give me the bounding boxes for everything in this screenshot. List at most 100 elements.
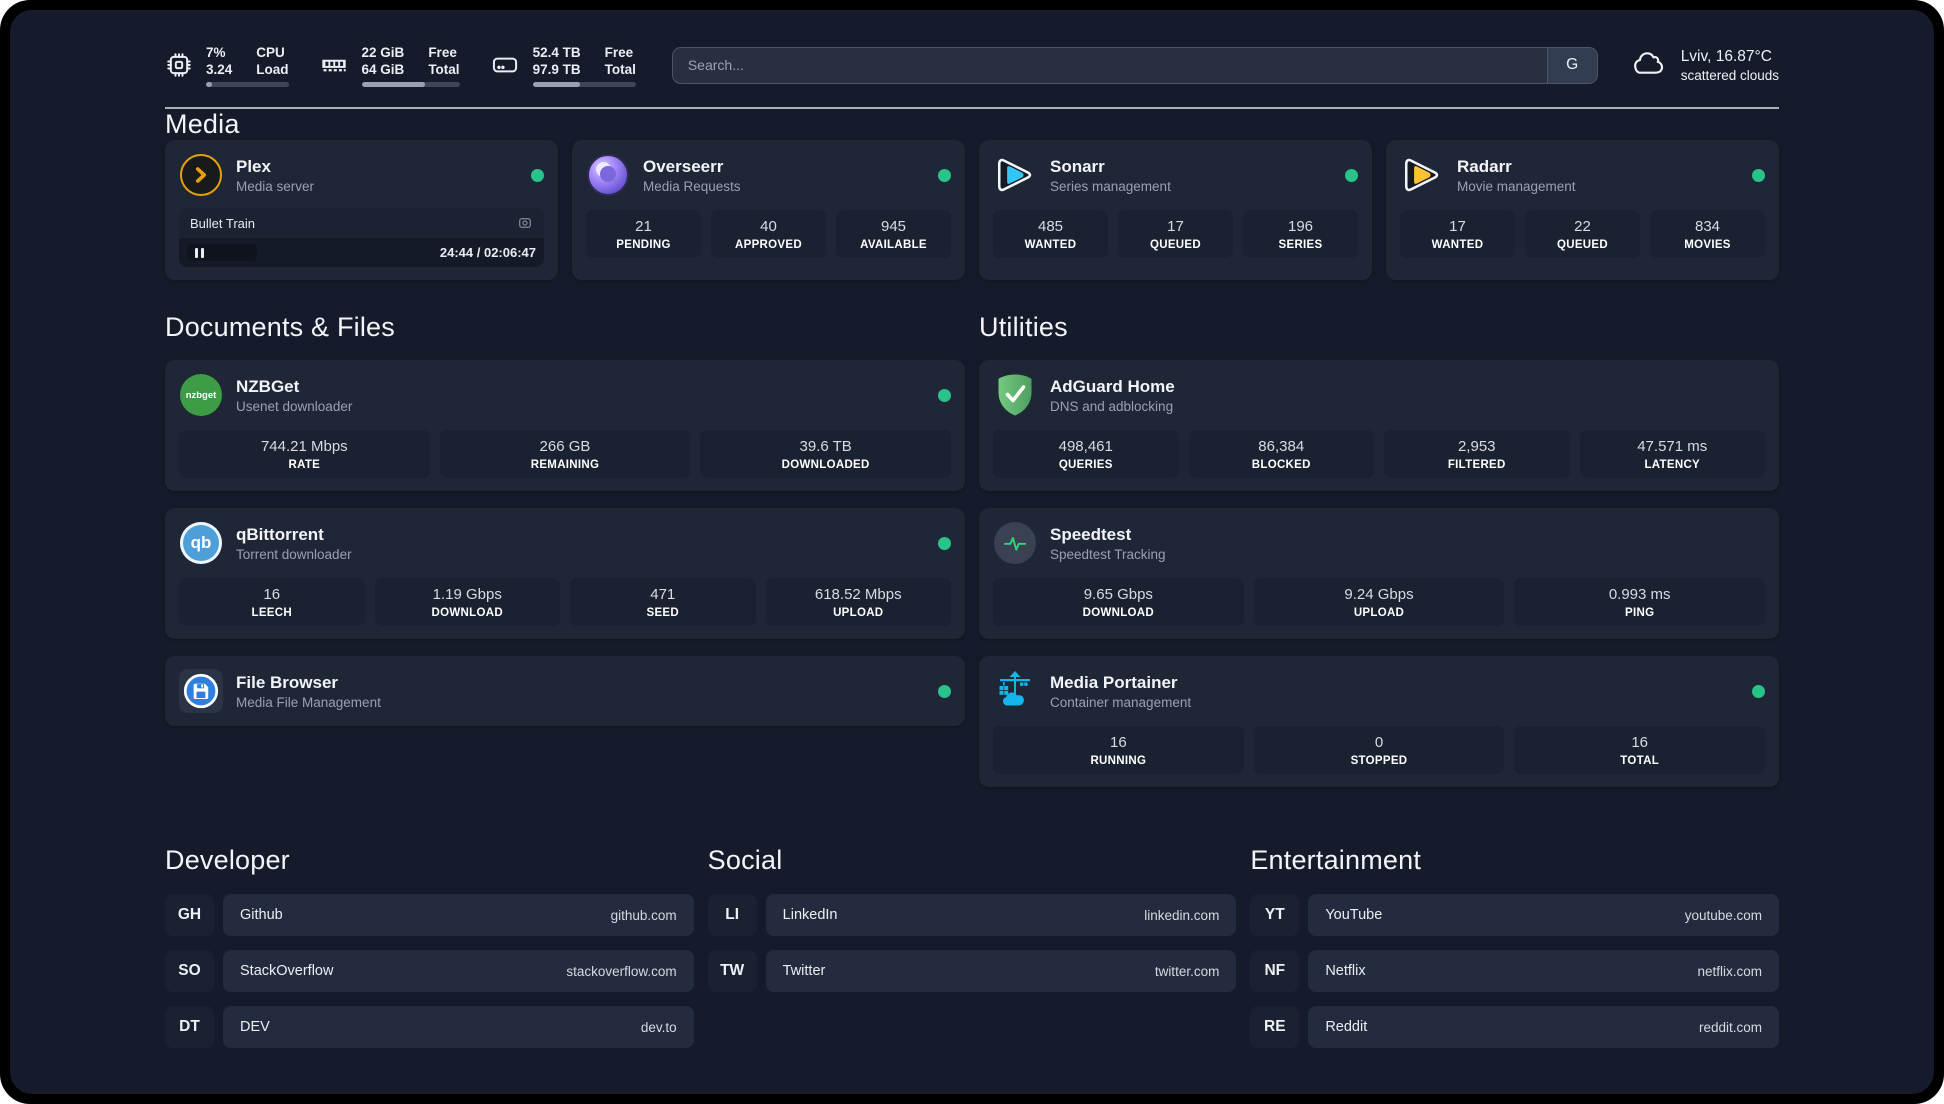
status-online-dot: [938, 388, 951, 402]
cpu-usage-value: 7%: [206, 44, 226, 60]
bookmark-youtube[interactable]: YT YouTube youtube.com: [1250, 894, 1779, 936]
adguard-icon: [993, 373, 1037, 417]
weather-condition: scattered clouds: [1680, 67, 1779, 83]
app-card-sonarr[interactable]: Sonarr Series management 485 WANTED 17 QUE…: [979, 140, 1372, 280]
bookmark-abbr: GH: [165, 894, 214, 936]
sonarr-icon: [993, 153, 1037, 197]
app-subtitle: Container management: [1050, 694, 1192, 710]
top-bar: 7% CPU 3.24 Load 22 GiB Free 64 GiB Tota…: [165, 40, 1779, 90]
bookmark-abbr: NF: [1250, 950, 1300, 992]
bookmark-abbr: SO: [165, 950, 214, 992]
app-card-adguard[interactable]: AdGuard Home DNS and adblocking 498,461 Q…: [979, 360, 1779, 491]
stat-tile: 196 SERIES: [1243, 210, 1358, 258]
disk-total-label: Total: [604, 61, 636, 77]
bookmark-reddit[interactable]: RE Reddit reddit.com: [1250, 1006, 1779, 1048]
cpu-usage-label: CPU: [256, 44, 285, 60]
cpu-load-value: 3.24: [206, 61, 233, 77]
memory-total-label: Total: [428, 61, 460, 77]
bookmark-abbr: RE: [1250, 1006, 1300, 1048]
app-subtitle: Media File Management: [236, 694, 381, 710]
app-card-qbittorrent[interactable]: qb qBittorrent Torrent downloader 16 LEEC…: [165, 508, 965, 639]
app-subtitle: Series management: [1050, 178, 1171, 194]
app-subtitle: Usenet downloader: [236, 398, 353, 414]
disk-progress-bar: [532, 81, 636, 87]
stat-tile: 834 MOVIES: [1650, 210, 1765, 258]
stat-tile: 618.52 Mbps UPLOAD: [765, 578, 951, 626]
bookmark-linkedin[interactable]: LI LinkedIn linkedin.com: [707, 894, 1237, 936]
section-title-developer: Developer: [165, 845, 290, 875]
nzbget-icon: nzbget: [179, 373, 223, 417]
plex-now-playing: Bullet Train 24:44 / 02:06:47: [179, 208, 544, 267]
app-card-nzbget[interactable]: nzbget NZBGet Usenet downloader 744.21 M…: [165, 360, 965, 491]
bookmark-netflix[interactable]: NF Netflix netflix.com: [1250, 950, 1779, 992]
stat-tile: 1.19 Gbps DOWNLOAD: [374, 578, 560, 626]
section-title-media: Media: [165, 109, 240, 139]
bookmark-group-social: Social LI LinkedIn linkedin.com TW Twitte…: [707, 845, 1237, 1062]
stat-tile: 498,461 QUERIES: [993, 430, 1179, 478]
screen-frame: 7% CPU 3.24 Load 22 GiB Free 64 GiB Tota…: [0, 0, 1944, 1104]
bookmark-abbr: YT: [1250, 894, 1300, 936]
bookmark-group-developer: Developer GH Github github.com SO StackOv…: [165, 845, 694, 1062]
stat-tile: 16 RUNNING: [993, 726, 1244, 774]
app-card-radarr[interactable]: Radarr Movie management 17 WANTED 22 QUEUE…: [1386, 140, 1779, 280]
search-bar: G: [671, 46, 1598, 84]
stat-tile: 9.65 Gbps DOWNLOAD: [993, 578, 1244, 626]
bookmark-abbr: LI: [707, 894, 757, 936]
plex-icon: [179, 153, 223, 197]
app-name: Sonarr: [1050, 156, 1105, 176]
stat-tile: 266 GB REMAINING: [439, 430, 691, 478]
playback-progress-track[interactable]: 24:44 / 02:06:47: [179, 238, 544, 267]
dashboard-page: 7% CPU 3.24 Load 22 GiB Free 64 GiB Tota…: [10, 10, 1934, 1094]
app-card-portainer[interactable]: Media Portainer Container management 16 R…: [979, 656, 1779, 787]
app-name: Speedtest: [1050, 524, 1132, 544]
weather-location-temp: Lviv, 16.87°C: [1680, 47, 1772, 65]
memory-free-label: Free: [428, 44, 457, 60]
bookmark-stackoverflow[interactable]: SO StackOverflow stackoverflow.com: [165, 950, 694, 992]
now-playing-title: Bullet Train: [190, 215, 256, 231]
stat-tile: 47.571 ms LATENCY: [1579, 430, 1765, 478]
bookmark-twitter[interactable]: TW Twitter twitter.com: [707, 950, 1237, 992]
disk-icon: [490, 51, 520, 79]
app-subtitle: DNS and adblocking: [1050, 398, 1174, 414]
app-name: File Browser: [236, 672, 339, 692]
ram-icon: [319, 51, 349, 79]
stat-tile: 22 QUEUED: [1525, 210, 1640, 258]
bookmark-github[interactable]: GH Github github.com: [165, 894, 694, 936]
app-name: NZBGet: [236, 376, 300, 396]
app-name: qBittorrent: [236, 524, 324, 544]
stat-tile: 0.993 ms PING: [1514, 578, 1765, 626]
app-subtitle: Media Requests: [643, 178, 741, 194]
bookmark-group-entertainment: Entertainment YT YouTube youtube.com NF N…: [1250, 845, 1779, 1062]
app-card-filebrowser[interactable]: File Browser Media File Management: [165, 656, 965, 726]
section-title-social: Social: [707, 845, 783, 875]
playback-time: 24:44 / 02:06:47: [439, 245, 536, 260]
app-card-plex[interactable]: Plex Media server Bullet Train 24:44 / 0…: [165, 140, 558, 280]
section-title-utilities: Utilities: [979, 312, 1068, 342]
bookmark-abbr: TW: [707, 950, 757, 992]
search-engine-button[interactable]: G: [1546, 47, 1597, 83]
status-online-dot: [938, 536, 951, 550]
app-card-overseerr[interactable]: Overseerr Media Requests 21 PENDING 40 APP…: [572, 140, 965, 280]
disk-total-value: 97.9 TB: [532, 61, 581, 77]
stat-tile: 744.21 Mbps RATE: [179, 430, 430, 478]
utilities-column: Utilities AdGuard Home DNS and adblockin…: [979, 312, 1779, 787]
status-online-dot: [938, 168, 951, 182]
search-input[interactable]: [672, 47, 1547, 83]
memory-total-value: 64 GiB: [361, 61, 405, 77]
radarr-icon: [1400, 153, 1444, 197]
stat-tile: 16 LEECH: [179, 578, 365, 626]
app-name: Plex: [236, 156, 271, 176]
filebrowser-icon: [179, 669, 223, 713]
app-card-speedtest[interactable]: Speedtest Speedtest Tracking 9.65 Gbps DO…: [979, 508, 1779, 639]
weather-widget: Lviv, 16.87°C scattered clouds: [1628, 47, 1779, 84]
speedtest-icon: [993, 521, 1037, 565]
memory-free-value: 22 GiB: [361, 44, 405, 60]
pause-icon[interactable]: [195, 247, 204, 258]
qbittorrent-icon: qb: [179, 521, 223, 565]
app-name: Overseerr: [643, 156, 724, 176]
bookmark-dev[interactable]: DT DEV dev.to: [165, 1006, 694, 1048]
stat-tile: 471 SEED: [570, 578, 756, 626]
stat-tile: 40 APPROVED: [711, 210, 826, 258]
bookmark-abbr: DT: [165, 1006, 214, 1048]
video-session-icon[interactable]: [517, 215, 533, 231]
